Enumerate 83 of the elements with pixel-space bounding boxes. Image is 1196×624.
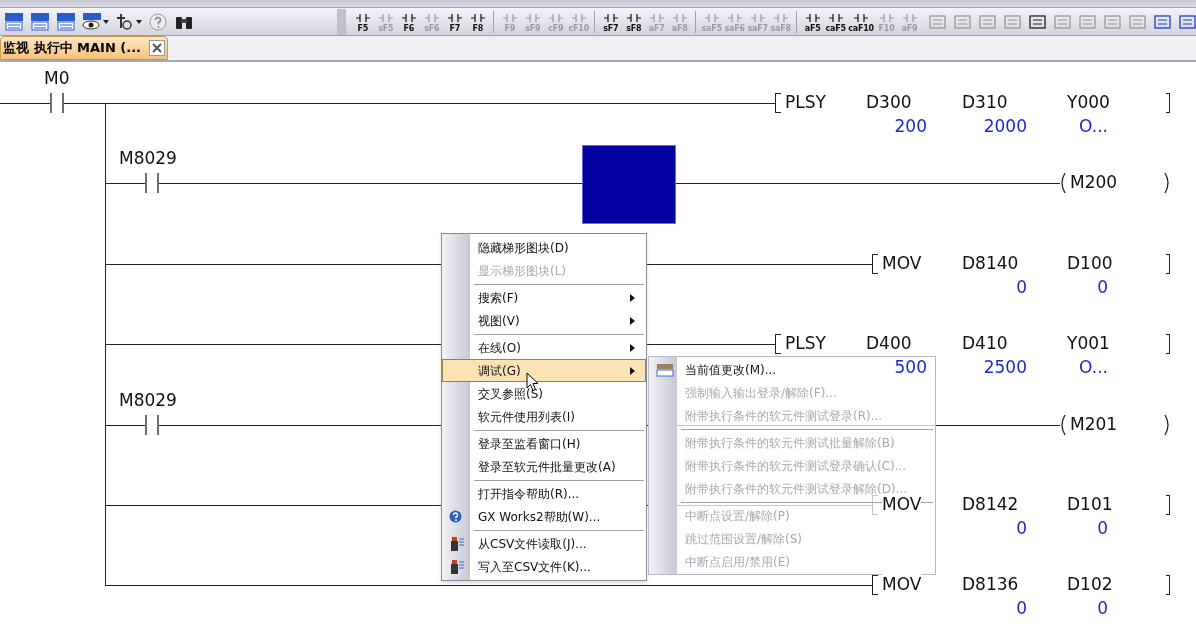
instruction-bracket	[775, 334, 781, 354]
dropdown-caret-icon[interactable]	[103, 19, 109, 24]
ladder-symbol-icon	[603, 12, 618, 24]
help-icon[interactable]	[148, 12, 168, 31]
ladder-symbol-icon	[355, 12, 370, 24]
menu-item[interactable]: GX Works2帮助(W)...	[442, 505, 646, 528]
ladder-symbol-icon	[470, 12, 485, 24]
csv-file-icon	[449, 558, 465, 575]
instruction-bracket	[1166, 254, 1170, 274]
coil-right-paren	[1164, 172, 1172, 194]
device-icon[interactable]	[30, 12, 50, 31]
menu-item[interactable]: 调试(G)	[442, 359, 646, 382]
submenu-arrow-icon	[630, 316, 635, 325]
toolbar-button[interactable]: sF7	[600, 12, 622, 33]
tab-title: 监视 执行中 MAIN (...	[3, 39, 142, 58]
instruction-bracket	[872, 254, 878, 274]
close-icon	[152, 43, 163, 53]
menu-item[interactable]: 视图(V)	[442, 309, 646, 332]
ladder-symbol-icon	[378, 12, 393, 24]
menu-item[interactable]: 登录至软元件批量更改(A)	[442, 455, 646, 478]
instruction-bracket	[775, 93, 781, 113]
menu-item[interactable]: 软元件使用列表(I)	[442, 405, 646, 428]
menu-item[interactable]: 交叉参照(S)	[442, 382, 646, 405]
ladder-symbol-icon	[525, 12, 540, 24]
instruction-bracket	[1166, 575, 1170, 595]
menu-item[interactable]: 写入至CSV文件(K)...	[442, 555, 646, 578]
ladder-symbol-icon	[854, 12, 869, 24]
instruction-bracket	[1166, 495, 1170, 515]
contact-symbol	[145, 415, 159, 435]
toolbar-button[interactable]: caF5	[825, 12, 847, 33]
toolbar-button[interactable]: F7	[444, 12, 466, 33]
eye-icon[interactable]	[82, 12, 102, 31]
probe-icon[interactable]	[115, 12, 135, 31]
menu-item[interactable]: 在线(O)	[442, 336, 646, 359]
ladder-symbol-icon	[727, 12, 742, 24]
menu-item[interactable]: 从CSV文件读取(J)...	[442, 532, 646, 555]
menu-item[interactable]: 登录至监看窗口(H)	[442, 432, 646, 455]
instruction-bracket	[1166, 93, 1170, 113]
menu-item[interactable]: 当前值更改(M)...	[649, 358, 788, 381]
toolbar-button[interactable]: caF10	[848, 12, 874, 33]
submenu-arrow-icon	[630, 293, 635, 302]
toolbar-grip[interactable]	[336, 8, 347, 35]
ladder-symbol-icon	[773, 12, 788, 24]
ladder-symbol-icon	[548, 12, 563, 24]
close-button[interactable]	[149, 40, 166, 56]
ladder-symbol-icon	[805, 12, 820, 24]
ladder-symbol-icon	[704, 12, 719, 24]
contact-symbol	[50, 93, 64, 113]
submenu-arrow-icon	[630, 343, 635, 352]
coil-left-paren	[1058, 414, 1066, 436]
toolbar-button[interactable]: F6	[398, 12, 420, 33]
toolbar-button[interactable]: F5	[352, 12, 374, 33]
dropdown-caret-icon[interactable]	[136, 19, 142, 24]
ladder-symbol-icon	[502, 12, 517, 24]
ladder-symbol-icon	[626, 12, 641, 24]
contact-symbol	[145, 173, 159, 193]
ladder-symbol-icon	[672, 12, 687, 24]
ladder-symbol-icon	[750, 12, 765, 24]
toolbar-button[interactable]: aF5	[802, 12, 824, 33]
toolbar-button[interactable]: sF8	[623, 12, 645, 33]
device-icon[interactable]	[56, 12, 76, 31]
instruction-bracket	[1166, 334, 1170, 354]
ladder-symbol-icon	[447, 12, 462, 24]
editor-tab[interactable]: 监视 执行中 MAIN (...	[0, 36, 169, 60]
coil-right-paren	[1164, 414, 1172, 436]
submenu-arrow-icon	[630, 366, 635, 375]
ladder-symbol-icon	[828, 12, 843, 24]
device-icon	[656, 362, 674, 377]
csv-file-icon	[449, 535, 465, 552]
help-icon	[449, 510, 462, 523]
toolbar-button[interactable]: F8	[467, 12, 489, 33]
ladder-symbol-icon	[649, 12, 664, 24]
menu-item[interactable]: 搜索(F)	[442, 286, 646, 309]
ladder-symbol-icon	[879, 12, 894, 24]
ladder-symbol-icon	[571, 12, 586, 24]
ladder-symbol-icon	[424, 12, 439, 24]
menu-item[interactable]: 隐藏梯形图块(D)	[442, 236, 646, 259]
coil-left-paren	[1058, 172, 1066, 194]
menu-item[interactable]: 打开指令帮助(R)...	[442, 482, 646, 505]
device-icon[interactable]	[4, 12, 24, 31]
rung-wire	[105, 183, 145, 184]
ladder-symbol-icon	[902, 12, 917, 24]
ladder-symbol-icon	[401, 12, 416, 24]
